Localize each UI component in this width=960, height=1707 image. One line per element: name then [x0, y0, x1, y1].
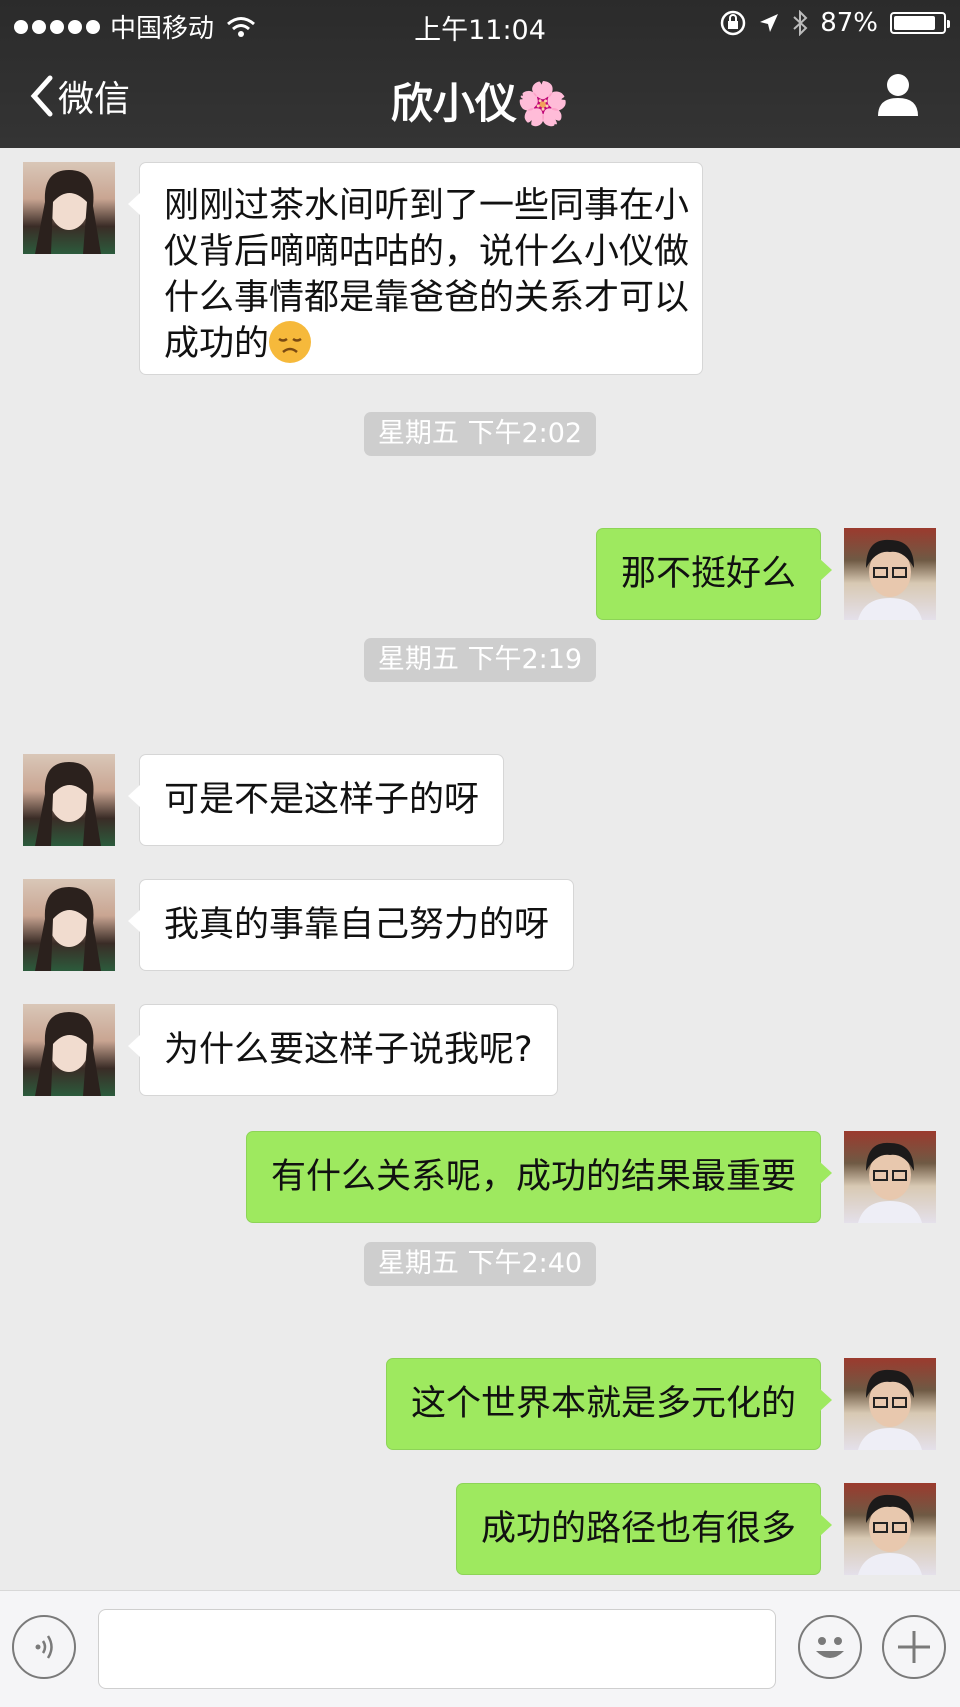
emoji-icon [816, 1637, 844, 1658]
timestamp-label: 星期五 下午2:19 [363, 638, 597, 682]
plus-icon [898, 1631, 930, 1663]
my-avatar[interactable] [844, 528, 936, 620]
status-bar: 中国移动 上午11:04 87% [0, 0, 960, 48]
timestamp: 星期五 下午2:40 [0, 1242, 960, 1286]
voice-icon [35, 1635, 53, 1659]
message-text: 什么事情都是靠爸爸的关系才可以 [164, 278, 690, 318]
message-bubble-incoming[interactable]: 刚刚过茶水间听到了一些同事在小 仪背后嘀嘀咕咕的，说什么小仪做 什么事情都是靠爸… [128, 162, 703, 375]
status-right: 87% [720, 8, 950, 38]
message-text: 成功的路径也有很多 [480, 1509, 796, 1549]
rotation-lock-icon [720, 10, 746, 36]
timestamp-label: 星期五 下午2:02 [363, 412, 597, 456]
my-avatar[interactable] [844, 1483, 936, 1575]
voice-button[interactable] [12, 1615, 76, 1679]
timestamp: 星期五 下午2:02 [0, 412, 960, 456]
message-text: 为什么要这样子说我呢? [164, 1030, 533, 1070]
contact-avatar[interactable] [23, 162, 115, 254]
input-bar [0, 1590, 960, 1707]
message-text: 成功的 [164, 324, 270, 364]
message-bubble-incoming[interactable]: 我真的事靠自己努力的呀 [127, 879, 575, 971]
bluetooth-icon [793, 10, 808, 36]
message-bubble-outgoing[interactable]: 有什么关系呢，成功的结果最重要 [245, 1131, 833, 1223]
my-avatar[interactable] [844, 1131, 936, 1223]
message-text: 这个世界本就是多元化的 [410, 1384, 796, 1424]
message-input[interactable] [98, 1609, 776, 1689]
battery-icon [890, 12, 950, 34]
battery-level-fill [894, 16, 936, 30]
contact-avatar[interactable] [23, 1004, 115, 1096]
timestamp: 星期五 下午2:19 [0, 638, 960, 682]
my-avatar[interactable] [844, 1358, 936, 1450]
message-bubble-outgoing[interactable]: 那不挺好么 [595, 528, 833, 620]
message-text: 我真的事靠自己努力的呀 [164, 905, 550, 945]
top-bar: 中国移动 上午11:04 87% 微信 欣小仪🌸 [0, 0, 960, 148]
more-button[interactable] [882, 1615, 946, 1679]
message-text: 可是不是这样子的呀 [164, 780, 480, 820]
message-bubble-incoming[interactable]: 可是不是这样子的呀 [127, 754, 505, 846]
chat-title: 欣小仪🌸 [390, 79, 570, 128]
navigation-bar: 微信 欣小仪🌸 [0, 48, 960, 148]
message-text: 那不挺好么 [620, 554, 796, 594]
contact-avatar[interactable] [23, 879, 115, 971]
battery-percentage: 87% [820, 8, 878, 38]
message-text: 刚刚过茶水间听到了一些同事在小 [164, 186, 690, 226]
profile-button[interactable] [876, 72, 920, 122]
location-arrow-icon [760, 14, 779, 32]
emoji-button[interactable] [798, 1615, 862, 1679]
message-bubble-outgoing[interactable]: 这个世界本就是多元化的 [385, 1358, 833, 1450]
disappointed-face-icon [269, 321, 312, 363]
message-bubble-incoming[interactable]: 为什么要这样子说我呢? [128, 1004, 558, 1096]
timestamp-label: 星期五 下午2:40 [363, 1242, 597, 1286]
contact-avatar[interactable] [23, 754, 115, 846]
message-text: 有什么关系呢，成功的结果最重要 [270, 1157, 796, 1197]
chat-area[interactable]: 刚刚过茶水间听到了一些同事在小 仪背后嘀嘀咕咕的，说什么小仪做 什么事情都是靠爸… [0, 148, 960, 1590]
person-icon [878, 74, 918, 116]
message-text: 仪背后嘀嘀咕咕的，说什么小仪做 [164, 232, 690, 272]
message-bubble-outgoing[interactable]: 成功的路径也有很多 [455, 1483, 833, 1575]
